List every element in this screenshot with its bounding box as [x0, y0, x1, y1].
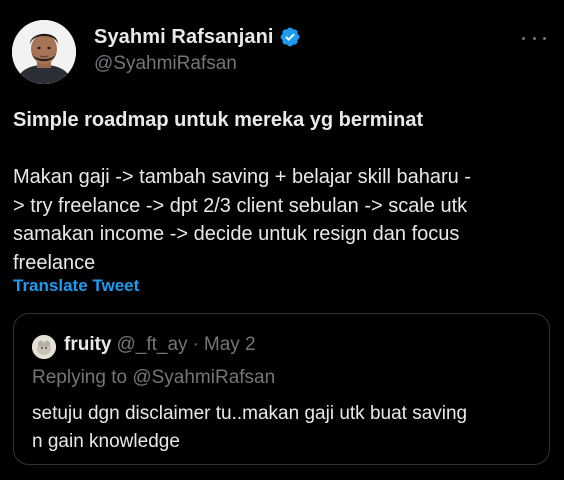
quoted-text-line: setuju dgn disclaimer tu..makan gaji utk… — [32, 403, 468, 424]
more-options-icon[interactable] — [522, 28, 546, 48]
quoted-tweet[interactable]: fruity @_ft_ay · May 2 Replying to @Syah… — [13, 313, 550, 465]
quoted-header: fruity @_ft_ay · May 2 — [64, 334, 256, 356]
quoted-author-handle[interactable]: @_ft_ay — [117, 334, 188, 356]
separator-dot: · — [192, 334, 199, 355]
tweet-text-line: freelance — [13, 251, 96, 274]
tweet-text: Makan gaji -> tambah saving + belajar sk… — [13, 163, 553, 277]
tweet-text-line: samakan income -> decide untuk resign da… — [13, 223, 460, 245]
author-info: Syahmi Rafsanjani @SyahmiRafsan — [94, 24, 301, 75]
author-avatar[interactable] — [12, 20, 76, 84]
author-handle[interactable]: @SyahmiRafsan — [94, 53, 301, 75]
author-display-name[interactable]: Syahmi Rafsanjani — [94, 26, 274, 49]
tweet-text-line: Makan gaji -> tambah saving + belajar sk… — [13, 166, 472, 188]
verified-badge-icon — [279, 26, 301, 48]
tweet-text-line: > try freelance -> dpt 2/3 client sebula… — [13, 194, 468, 217]
quoted-author-name[interactable]: fruity — [64, 334, 112, 356]
translate-tweet-link[interactable]: Translate Tweet — [13, 276, 139, 296]
quoted-text: setuju dgn disclaimer tu..makan gaji utk… — [32, 400, 467, 456]
tweet-card: Syahmi Rafsanjani @SyahmiRafsan Simple r… — [0, 0, 564, 480]
quoted-date[interactable]: May 2 — [204, 334, 256, 356]
tweet-title: Simple roadmap untuk mereka yg berminat — [13, 109, 424, 131]
quoted-author-avatar[interactable] — [32, 335, 56, 359]
quoted-text-line: n gain knowledge — [32, 431, 180, 452]
replying-to: Replying to @SyahmiRafsan — [32, 367, 276, 388]
